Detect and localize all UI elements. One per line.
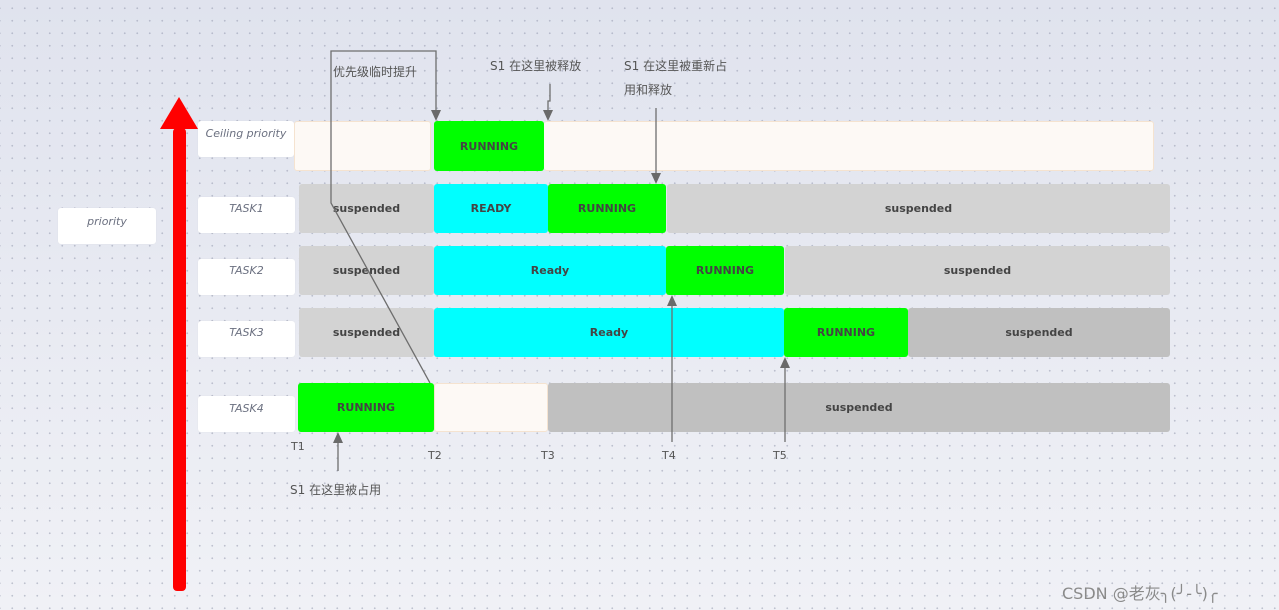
s1-released-connector bbox=[547, 84, 551, 112]
time-mark-t1: T1 bbox=[291, 440, 305, 453]
task1-segment-ready: READY bbox=[434, 184, 548, 233]
task2-segment-running: RUNNING bbox=[666, 246, 784, 295]
annotation-s1-acquired: S1 在这里被占用 bbox=[290, 483, 382, 497]
row-label-task3: TASK3 bbox=[198, 321, 295, 357]
row-label-task1: TASK1 bbox=[198, 197, 295, 233]
annotation-s1-released: S1 在这里被释放 bbox=[490, 59, 582, 73]
task1-segment-suspended-after: suspended bbox=[667, 184, 1170, 233]
priority-axis-label: priority bbox=[58, 208, 156, 244]
priority-boost-arrow-icon bbox=[431, 110, 441, 121]
task1-segment-running: RUNNING bbox=[548, 184, 666, 233]
row-label-task4: TASK4 bbox=[198, 396, 295, 432]
ceiling-segment-idle bbox=[294, 121, 431, 171]
row-label-task2: TASK2 bbox=[198, 259, 295, 295]
time-mark-t2: T2 bbox=[428, 449, 442, 462]
s1-released-arrow-icon bbox=[543, 110, 553, 121]
task3-segment-ready: Ready bbox=[434, 308, 784, 357]
ceiling-segment-running: RUNNING bbox=[434, 121, 544, 171]
annotation-s1-reacquired-line1: S1 在这里被重新占 bbox=[624, 59, 728, 73]
task3-segment-running: RUNNING bbox=[784, 308, 908, 357]
t4-arrow-icon bbox=[667, 295, 677, 306]
task2-segment-ready: Ready bbox=[434, 246, 666, 295]
task3-segment-suspended: suspended bbox=[299, 308, 434, 357]
s1-reacquired-arrow-icon bbox=[651, 173, 661, 184]
ceiling-segment-idle-after bbox=[544, 121, 1154, 171]
time-mark-t4: T4 bbox=[662, 449, 676, 462]
task3-segment-suspended-after: suspended bbox=[908, 308, 1170, 357]
annotation-s1-reacquired-line2: 用和释放 bbox=[624, 83, 673, 97]
task2-segment-suspended: suspended bbox=[299, 246, 434, 295]
watermark: CSDN @老灰╮(╯-╰)╭ bbox=[1062, 584, 1218, 603]
time-mark-t5: T5 bbox=[773, 449, 787, 462]
row-label-ceiling: Ceiling priority bbox=[198, 121, 294, 157]
task4-segment-blocked bbox=[434, 383, 548, 432]
arrow-shaft bbox=[173, 128, 186, 591]
t5-arrow-icon bbox=[780, 357, 790, 368]
annotation-priority-boost: 优先级临时提升 bbox=[333, 65, 418, 79]
task4-segment-running: RUNNING bbox=[298, 383, 434, 432]
task1-segment-suspended: suspended bbox=[299, 184, 434, 233]
task4-segment-suspended: suspended bbox=[548, 383, 1170, 432]
arrow-head-icon bbox=[160, 97, 198, 129]
time-mark-t3: T3 bbox=[541, 449, 555, 462]
s1-acquired-arrow-icon bbox=[333, 432, 343, 443]
task2-segment-suspended-after: suspended bbox=[785, 246, 1170, 295]
